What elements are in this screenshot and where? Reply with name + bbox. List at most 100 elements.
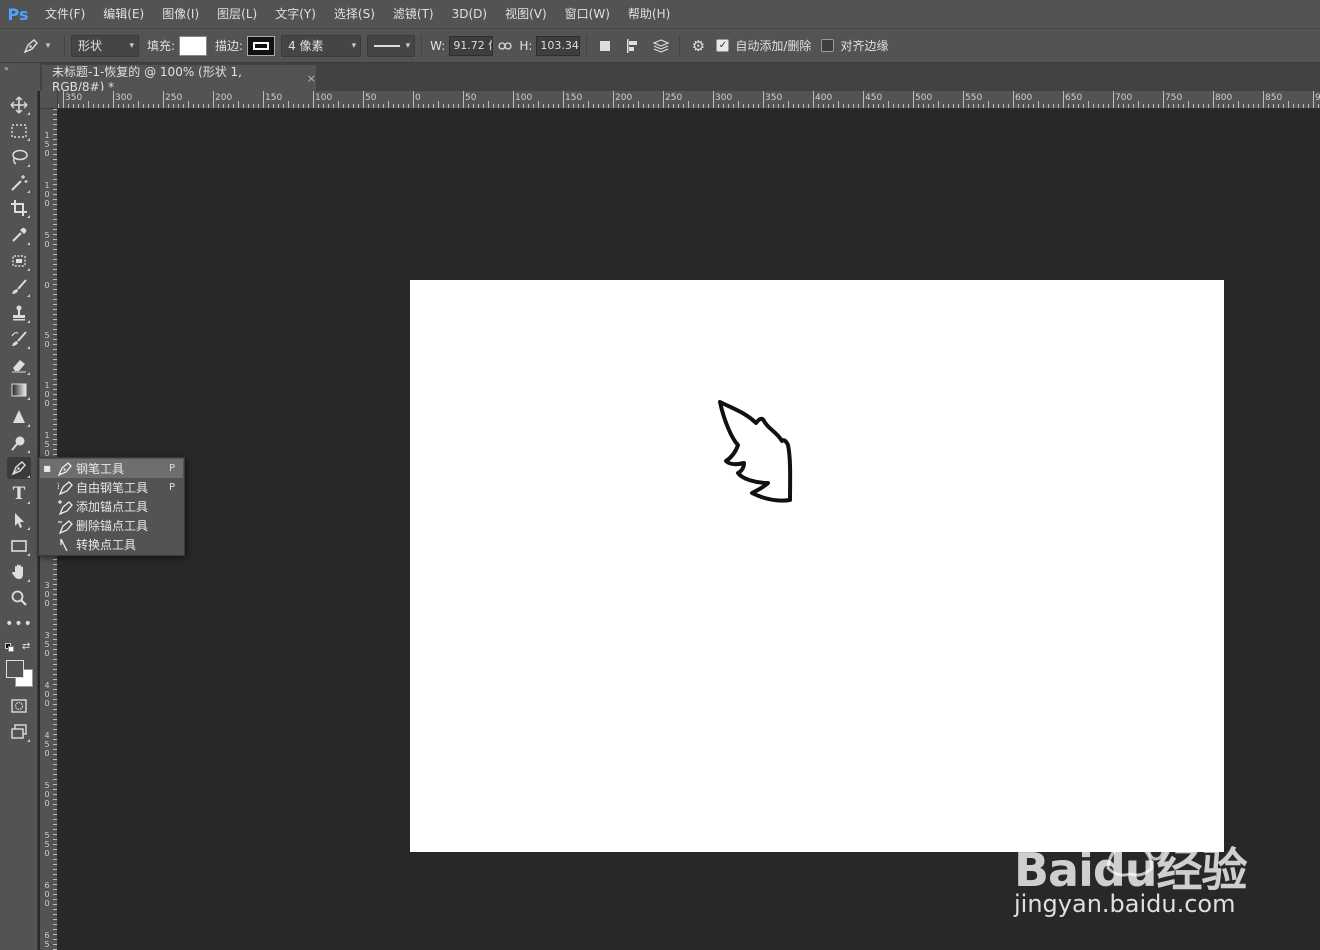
quick-mask-button[interactable] — [7, 695, 31, 717]
ruler-tick — [1043, 104, 1044, 108]
menu-type[interactable]: 文字(Y) — [266, 0, 325, 28]
menu-view[interactable]: 视图(V) — [496, 0, 556, 28]
align-edges-checkbox[interactable] — [821, 39, 835, 52]
menu-select[interactable]: 选择(S) — [325, 0, 384, 28]
menu-layer[interactable]: 图层(L) — [208, 0, 266, 28]
ruler-tick — [1223, 104, 1224, 108]
eyedropper-icon — [12, 227, 27, 242]
marquee-tool[interactable] — [7, 120, 31, 142]
lasso-tool[interactable] — [7, 146, 31, 168]
divider — [421, 34, 423, 57]
flame-shape[interactable] — [716, 399, 812, 509]
brush-tool[interactable] — [7, 276, 31, 298]
ruler-tick — [53, 709, 57, 710]
pen-tool-flyout-menu: ■ 钢笔工具 P 自由钢笔工具 P 添加锚点工具 删除锚点工具 转换点工具 — [38, 457, 185, 556]
hand-tool[interactable] — [7, 561, 31, 583]
ruler-tick — [208, 104, 209, 108]
gear-icon: ⚙ — [691, 36, 706, 55]
ruler-tick — [1318, 104, 1319, 108]
ruler-tick — [53, 144, 57, 145]
ruler-tick — [343, 104, 344, 108]
ruler-tick — [53, 839, 57, 840]
ruler-h-label: 250 — [165, 93, 183, 103]
ruler-tick — [1013, 91, 1014, 108]
ruler-tick — [648, 104, 649, 108]
ruler-h-label: 650 — [1065, 93, 1083, 103]
pen-tool[interactable] — [7, 457, 31, 479]
collapse-arrows-icon[interactable]: » — [4, 64, 9, 73]
ruler-tick — [233, 104, 234, 108]
flyout-item-pen[interactable]: ■ 钢笔工具 P — [40, 459, 183, 478]
ruler-tick — [588, 101, 589, 108]
rectangle-tool[interactable] — [7, 535, 31, 557]
menu-3d[interactable]: 3D(D) — [443, 0, 496, 28]
ruler-tick — [53, 349, 57, 350]
tool-mode-select[interactable]: 形状 ▾ — [71, 34, 139, 57]
menu-file[interactable]: 文件(F) — [36, 0, 94, 28]
ruler-tick — [133, 104, 134, 108]
ruler-tick — [928, 104, 929, 108]
ruler-tick — [493, 104, 494, 108]
ruler-tick — [353, 104, 354, 108]
ruler-v-label: 450 — [44, 731, 50, 758]
eraser-tool[interactable] — [7, 354, 31, 376]
auto-add-delete-checkbox[interactable]: ✓ — [716, 39, 730, 52]
stroke-swatch[interactable] — [247, 35, 276, 56]
gradient-tool[interactable] — [7, 379, 31, 401]
menu-filter[interactable]: 滤镜(T) — [384, 0, 443, 28]
history-brush-tool[interactable] — [7, 328, 31, 350]
flyout-item-add-anchor[interactable]: 添加锚点工具 — [40, 497, 183, 516]
flyout-item-convert-point[interactable]: 转换点工具 — [40, 535, 183, 554]
default-colors-icon[interactable] — [5, 643, 15, 653]
stroke-width-field[interactable]: 4 像素 ▾ — [281, 34, 362, 57]
ruler-tick — [1073, 104, 1074, 108]
dodge-tool[interactable] — [7, 432, 31, 454]
blur-tool[interactable] — [7, 406, 31, 428]
height-input[interactable]: 103.34 f — [536, 35, 581, 56]
close-icon[interactable]: × — [307, 72, 316, 85]
ruler-tick — [1273, 104, 1274, 108]
tool-preset-picker[interactable]: ▾ — [14, 33, 58, 59]
magic-wand-tool[interactable] — [7, 172, 31, 194]
settings-button[interactable]: ⚙ — [686, 34, 710, 58]
menu-window[interactable]: 窗口(W) — [556, 0, 619, 28]
menu-help[interactable]: 帮助(H) — [619, 0, 679, 28]
ruler-tick — [388, 101, 389, 108]
edit-toolbar-button[interactable]: ••• — [5, 613, 32, 635]
fill-swatch[interactable] — [179, 35, 208, 56]
path-arrangement-button[interactable] — [649, 34, 673, 58]
horizontal-ruler[interactable]: 350 300 250 200 150 100 50 0 50 100 150 200 250 300 35… — [58, 91, 1320, 109]
crop-tool[interactable] — [7, 197, 31, 219]
ruler-tick — [798, 104, 799, 108]
clone-stamp-tool[interactable] — [7, 302, 31, 324]
brush-icon — [12, 279, 27, 294]
stroke-type-select[interactable]: ▾ — [367, 34, 416, 57]
move-tool[interactable] — [7, 94, 31, 116]
menu-edit[interactable]: 编辑(E) — [94, 0, 153, 28]
width-input[interactable]: 91.72 像 — [449, 35, 494, 56]
document-canvas[interactable] — [410, 280, 1224, 852]
ruler-tick — [398, 104, 399, 108]
ruler-tick — [873, 104, 874, 108]
document-tab[interactable]: 未标题-1-恢复的 @ 100% (形状 1, RGB/8#) * × — [42, 65, 316, 94]
screen-mode-button[interactable] — [7, 721, 31, 743]
path-alignment-button[interactable] — [621, 34, 645, 58]
menu-image[interactable]: 图像(I) — [153, 0, 208, 28]
healing-brush-tool[interactable] — [7, 250, 31, 272]
ruler-tick — [1243, 104, 1244, 108]
path-operations-button[interactable] — [593, 34, 617, 58]
swap-colors-icon[interactable]: ⇄ — [22, 641, 30, 652]
path-selection-tool[interactable] — [7, 509, 31, 531]
ruler-tick — [983, 104, 984, 108]
ruler-h-label: 450 — [865, 93, 883, 103]
foreground-color-swatch[interactable] — [6, 660, 24, 678]
type-tool[interactable]: T — [7, 483, 31, 505]
link-dimensions-button[interactable] — [493, 34, 517, 58]
ruler-origin[interactable] — [40, 91, 58, 109]
zoom-tool[interactable] — [7, 587, 31, 609]
ruler-tick — [53, 924, 57, 925]
ruler-tick — [53, 674, 57, 675]
flyout-item-delete-anchor[interactable]: 删除锚点工具 — [40, 516, 183, 535]
flyout-item-freeform-pen[interactable]: 自由钢笔工具 P — [40, 478, 183, 497]
eyedropper-tool[interactable] — [7, 224, 31, 246]
